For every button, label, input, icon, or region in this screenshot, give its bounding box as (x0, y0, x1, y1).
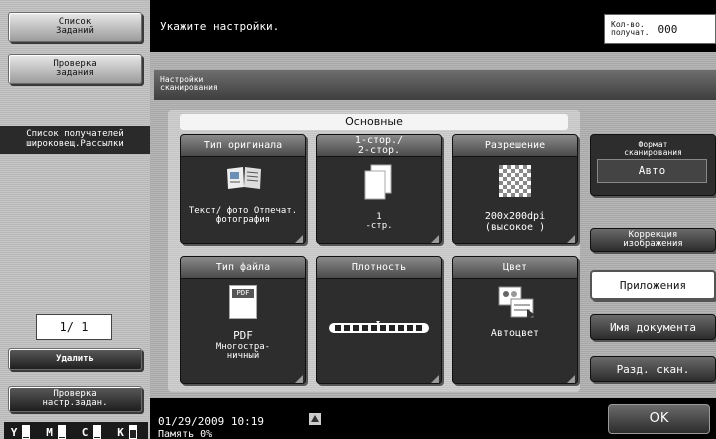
original-type-label: Тип оригинала (181, 135, 305, 157)
color-tile[interactable]: Цвет Автоцвет (452, 256, 578, 384)
file-type-tile[interactable]: Тип файла PDF PDF Многостра- ничный (180, 256, 306, 384)
resolution-label: Разрешение (453, 135, 577, 157)
toner-y: Y (8, 422, 42, 439)
color-label: Цвет (453, 257, 577, 279)
basic-settings-group: Основные Тип оригинала Текст/ фото Отпеч… (168, 110, 580, 392)
book-icon (227, 167, 261, 189)
duplex-value: 1 -стр. (365, 212, 393, 231)
scan-settings-panel: Настройки сканирования Основные Тип ориг… (150, 52, 716, 398)
file-type-label: Тип файла (181, 257, 305, 279)
memory-status: Память 0% (158, 429, 213, 439)
applications-button[interactable]: Приложения (590, 270, 716, 300)
toner-indicator: Y M C K (4, 422, 148, 439)
broadcast-list-label: Список получателей широковещ.Рассылки (0, 126, 150, 154)
scan-format-button[interactable]: Авто (597, 159, 707, 183)
job-list-button[interactable]: Список Заданий (8, 12, 142, 42)
toner-level-bar (93, 425, 101, 439)
separate-scan-button[interactable]: Разд. скан. (590, 356, 716, 382)
density-scale-icon (329, 321, 429, 333)
original-type-value: Текст/ фото Отпечат. фотография (188, 206, 298, 225)
checker-icon (499, 165, 531, 197)
resolution-value: 200x200dpi (высокое ) (484, 211, 546, 233)
check-job-settings-button[interactable]: Проверка настр.задан. (8, 386, 142, 412)
density-label: Плотность (317, 257, 441, 279)
scan-format-box: Формат сканирования Авто (590, 134, 716, 196)
ok-button[interactable]: OK (608, 404, 710, 434)
datetime: 01/29/2009 10:19 (158, 415, 264, 428)
check-job-button[interactable]: Проверка задания (8, 54, 142, 84)
page-indicator: 1/ 1 (36, 314, 112, 340)
toner-m: M (44, 422, 78, 439)
copies-counter: Кол-во. получат. 000 (604, 14, 716, 44)
file-type-value: PDF (233, 329, 253, 342)
toner-letter: K (117, 426, 124, 439)
original-type-tile[interactable]: Тип оригинала Текст/ фото Отпечат. фотог… (180, 134, 306, 244)
toner-level-bar (22, 425, 30, 439)
image-correction-button[interactable]: Коррекция изображения (590, 228, 716, 252)
scan-format-label: Формат сканирования (624, 140, 682, 157)
pdf-icon-label: PDF (232, 289, 254, 298)
resolution-tile[interactable]: Разрешение 200x200dpi (высокое) (452, 134, 578, 244)
network-icon (309, 413, 321, 425)
toner-level-bar (57, 425, 66, 439)
toner-level-bar (128, 425, 137, 439)
density-tile[interactable]: Плотность (316, 256, 442, 384)
toner-letter: Y (10, 426, 18, 439)
pages-icon (364, 164, 392, 200)
top-bar: Укажите настройки. Кол-во. получат. 000 (150, 0, 716, 52)
toner-k: K (115, 422, 149, 439)
copies-label: Кол-во. получат. (611, 20, 650, 37)
tab-basic[interactable]: Основные (180, 114, 568, 130)
document-name-button[interactable]: Имя документа (590, 314, 716, 340)
toner-c: C (79, 422, 113, 439)
color-value: Автоцвет (490, 328, 540, 339)
pdf-icon: PDF (229, 285, 257, 319)
toner-letter: M (46, 426, 53, 439)
delete-button[interactable]: Удалить (8, 348, 142, 370)
copies-value: 000 (657, 22, 678, 36)
panel-title: Настройки сканирования (154, 70, 716, 100)
left-sidebar: Список Заданий Проверка задания Список п… (0, 0, 150, 439)
file-type-sub: Многостра- ничный (215, 342, 271, 361)
auto-color-icon (498, 286, 535, 319)
duplex-label: 1-стор./ 2-стор. (317, 135, 441, 157)
instruction-text: Укажите настройки. (160, 20, 280, 33)
status-bar: 01/29/2009 10:19 Память 0% OK (150, 398, 716, 439)
duplex-tile[interactable]: 1-стор./ 2-стор. 1 -стр. (316, 134, 442, 244)
toner-letter: C (81, 426, 89, 439)
